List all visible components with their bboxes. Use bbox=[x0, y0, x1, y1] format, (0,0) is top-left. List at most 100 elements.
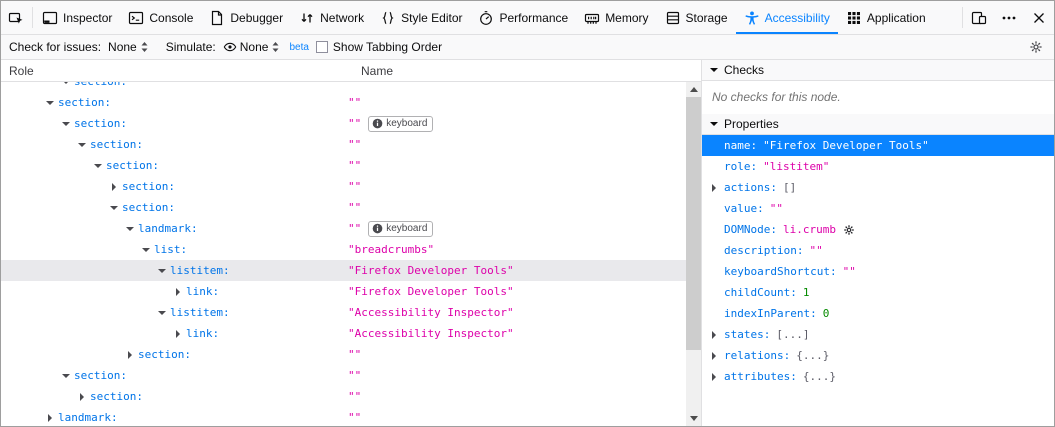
triangle-down-icon[interactable] bbox=[61, 113, 71, 134]
scrollbar-thumb[interactable] bbox=[686, 97, 701, 350]
tab-inspector[interactable]: Inspector bbox=[34, 1, 120, 34]
triangle-down-icon bbox=[709, 119, 719, 129]
accessibility-panel: Role Name section:""section:""section:""… bbox=[1, 60, 1054, 426]
role-column-header[interactable]: Role bbox=[9, 64, 34, 78]
tree-row-name: "" bbox=[348, 386, 361, 407]
tree-row[interactable]: section:"" bbox=[1, 176, 686, 197]
triangle-down-icon[interactable] bbox=[125, 218, 135, 239]
check-for-issues-label: Check for issues: bbox=[9, 40, 101, 54]
simulate-value: None bbox=[240, 40, 269, 54]
tree-row[interactable]: section:""keyboard bbox=[1, 113, 686, 134]
tab-accessibility[interactable]: Accessibility bbox=[736, 1, 838, 34]
tree-row[interactable]: section:"" bbox=[1, 344, 686, 365]
triangle-right-icon[interactable] bbox=[709, 177, 719, 198]
triangle-right-icon[interactable] bbox=[109, 176, 119, 197]
devtools-menu-button[interactable] bbox=[994, 1, 1024, 34]
tab-application[interactable]: Application bbox=[838, 1, 934, 34]
close-devtools-button[interactable] bbox=[1024, 1, 1054, 34]
tree-row[interactable]: link:"Accessibility Inspector" bbox=[1, 323, 686, 344]
triangle-down-icon[interactable] bbox=[157, 302, 167, 323]
tree-row-name-value: "" bbox=[348, 96, 361, 109]
tab-label: Debugger bbox=[230, 11, 283, 25]
triangle-right-icon[interactable] bbox=[709, 324, 719, 345]
tab-memory[interactable]: Memory bbox=[576, 1, 656, 34]
triangle-down-icon[interactable] bbox=[141, 239, 151, 260]
keyboard-badge[interactable]: keyboard bbox=[368, 221, 433, 237]
triangle-right-icon[interactable] bbox=[173, 323, 183, 344]
responsive-design-mode-button[interactable] bbox=[964, 1, 994, 34]
pick-accessible-button[interactable] bbox=[1, 1, 31, 34]
checks-section-header[interactable]: Checks bbox=[702, 60, 1054, 81]
property-row-keyboardShortcut[interactable]: keyboardShortcut:"" bbox=[702, 261, 1054, 282]
tree-row[interactable]: section: "" bbox=[1, 92, 686, 113]
name-column-header[interactable]: Name bbox=[361, 64, 393, 78]
tree-row[interactable]: section:"" bbox=[1, 82, 686, 92]
scroll-down-button[interactable] bbox=[686, 411, 701, 426]
check-for-issues-dropdown[interactable]: None bbox=[106, 39, 151, 55]
triangle-down-icon[interactable] bbox=[109, 197, 119, 218]
tree-row[interactable]: landmark:""keyboard bbox=[1, 218, 686, 239]
tab-console[interactable]: Console bbox=[120, 1, 201, 34]
triangle-right-icon[interactable] bbox=[709, 345, 719, 366]
tree-row-name-value: "" bbox=[348, 369, 361, 382]
tab-label: Application bbox=[867, 11, 926, 25]
tree-row[interactable]: section:"" bbox=[1, 134, 686, 155]
property-row-attributes[interactable]: attributes:{...} bbox=[702, 366, 1054, 387]
settings-button[interactable] bbox=[1024, 35, 1048, 59]
triangle-right-icon[interactable] bbox=[125, 344, 135, 365]
triangle-down-icon[interactable] bbox=[45, 92, 55, 113]
tree-row[interactable]: section:"" bbox=[1, 386, 686, 407]
tree-row-name: "Accessibility Inspector" bbox=[348, 302, 514, 323]
tree-row-name-value: "breadcrumbs" bbox=[348, 243, 434, 256]
keyboard-badge[interactable]: keyboard bbox=[368, 116, 433, 132]
property-row-states[interactable]: states:[...] bbox=[702, 324, 1054, 345]
tree-row[interactable]: section:"" bbox=[1, 155, 686, 176]
tab-style-editor[interactable]: Style Editor bbox=[372, 1, 470, 34]
tree-row[interactable]: section:"" bbox=[1, 197, 686, 218]
property-key: attributes: bbox=[724, 370, 797, 383]
property-row-role[interactable]: role:"listitem" bbox=[702, 156, 1054, 177]
tree-row[interactable]: listitem:"Accessibility Inspector" bbox=[1, 302, 686, 323]
triangle-down-icon[interactable] bbox=[93, 155, 103, 176]
tree-row[interactable]: link:"Firefox Developer Tools" bbox=[1, 281, 686, 302]
scrollbar-track[interactable] bbox=[686, 350, 701, 411]
toolbar-separator bbox=[32, 7, 33, 28]
tab-storage[interactable]: Storage bbox=[657, 1, 736, 34]
tree-row[interactable]: list:"breadcrumbs" bbox=[1, 239, 686, 260]
properties-section-header[interactable]: Properties bbox=[702, 114, 1054, 135]
triangle-right-icon[interactable] bbox=[709, 366, 719, 387]
scroll-up-button[interactable] bbox=[686, 82, 701, 97]
tab-label: Style Editor bbox=[401, 11, 462, 25]
property-row-description[interactable]: description:"" bbox=[702, 240, 1054, 261]
triangle-down-icon[interactable] bbox=[61, 365, 71, 386]
simulate-dropdown[interactable]: None bbox=[221, 39, 283, 55]
tree-row-name-value: "" bbox=[348, 411, 361, 424]
property-row-childCount[interactable]: childCount:1 bbox=[702, 282, 1054, 303]
triangle-right-icon[interactable] bbox=[173, 281, 183, 302]
triangle-right-icon[interactable] bbox=[45, 407, 55, 426]
triangle-down-icon[interactable] bbox=[61, 82, 71, 92]
property-row-DOMNode[interactable]: DOMNode:li.crumb bbox=[702, 219, 1054, 240]
simulate-label: Simulate: bbox=[166, 40, 216, 54]
property-row-name[interactable]: name:"Firefox Developer Tools" bbox=[702, 135, 1054, 156]
tree-row[interactable]: landmark:"" bbox=[1, 407, 686, 426]
triangle-down-icon[interactable] bbox=[77, 134, 87, 155]
triangle-right-icon[interactable] bbox=[77, 386, 87, 407]
property-row-actions[interactable]: actions:[] bbox=[702, 177, 1054, 198]
tab-performance[interactable]: Performance bbox=[470, 1, 576, 34]
tab-network[interactable]: Network bbox=[291, 1, 372, 34]
triangle-down-icon[interactable] bbox=[157, 260, 167, 281]
tree-row-name: "Accessibility Inspector" bbox=[348, 323, 514, 344]
tree-row[interactable]: section:"" bbox=[1, 365, 686, 386]
show-tabbing-order-checkbox[interactable]: Show Tabbing Order bbox=[316, 40, 442, 54]
tab-debugger[interactable]: Debugger bbox=[201, 1, 291, 34]
info-icon bbox=[372, 118, 383, 129]
tree-row-role: section: bbox=[58, 92, 111, 113]
property-row-indexInParent[interactable]: indexInParent:0 bbox=[702, 303, 1054, 324]
property-row-value[interactable]: value:"" bbox=[702, 198, 1054, 219]
property-row-relations[interactable]: relations:{...} bbox=[702, 345, 1054, 366]
small-gear-icon[interactable] bbox=[843, 224, 855, 236]
tree-scrollbar[interactable] bbox=[686, 82, 701, 426]
tree-row[interactable]: listitem:"Firefox Developer Tools" bbox=[1, 260, 686, 281]
info-icon bbox=[372, 223, 383, 234]
